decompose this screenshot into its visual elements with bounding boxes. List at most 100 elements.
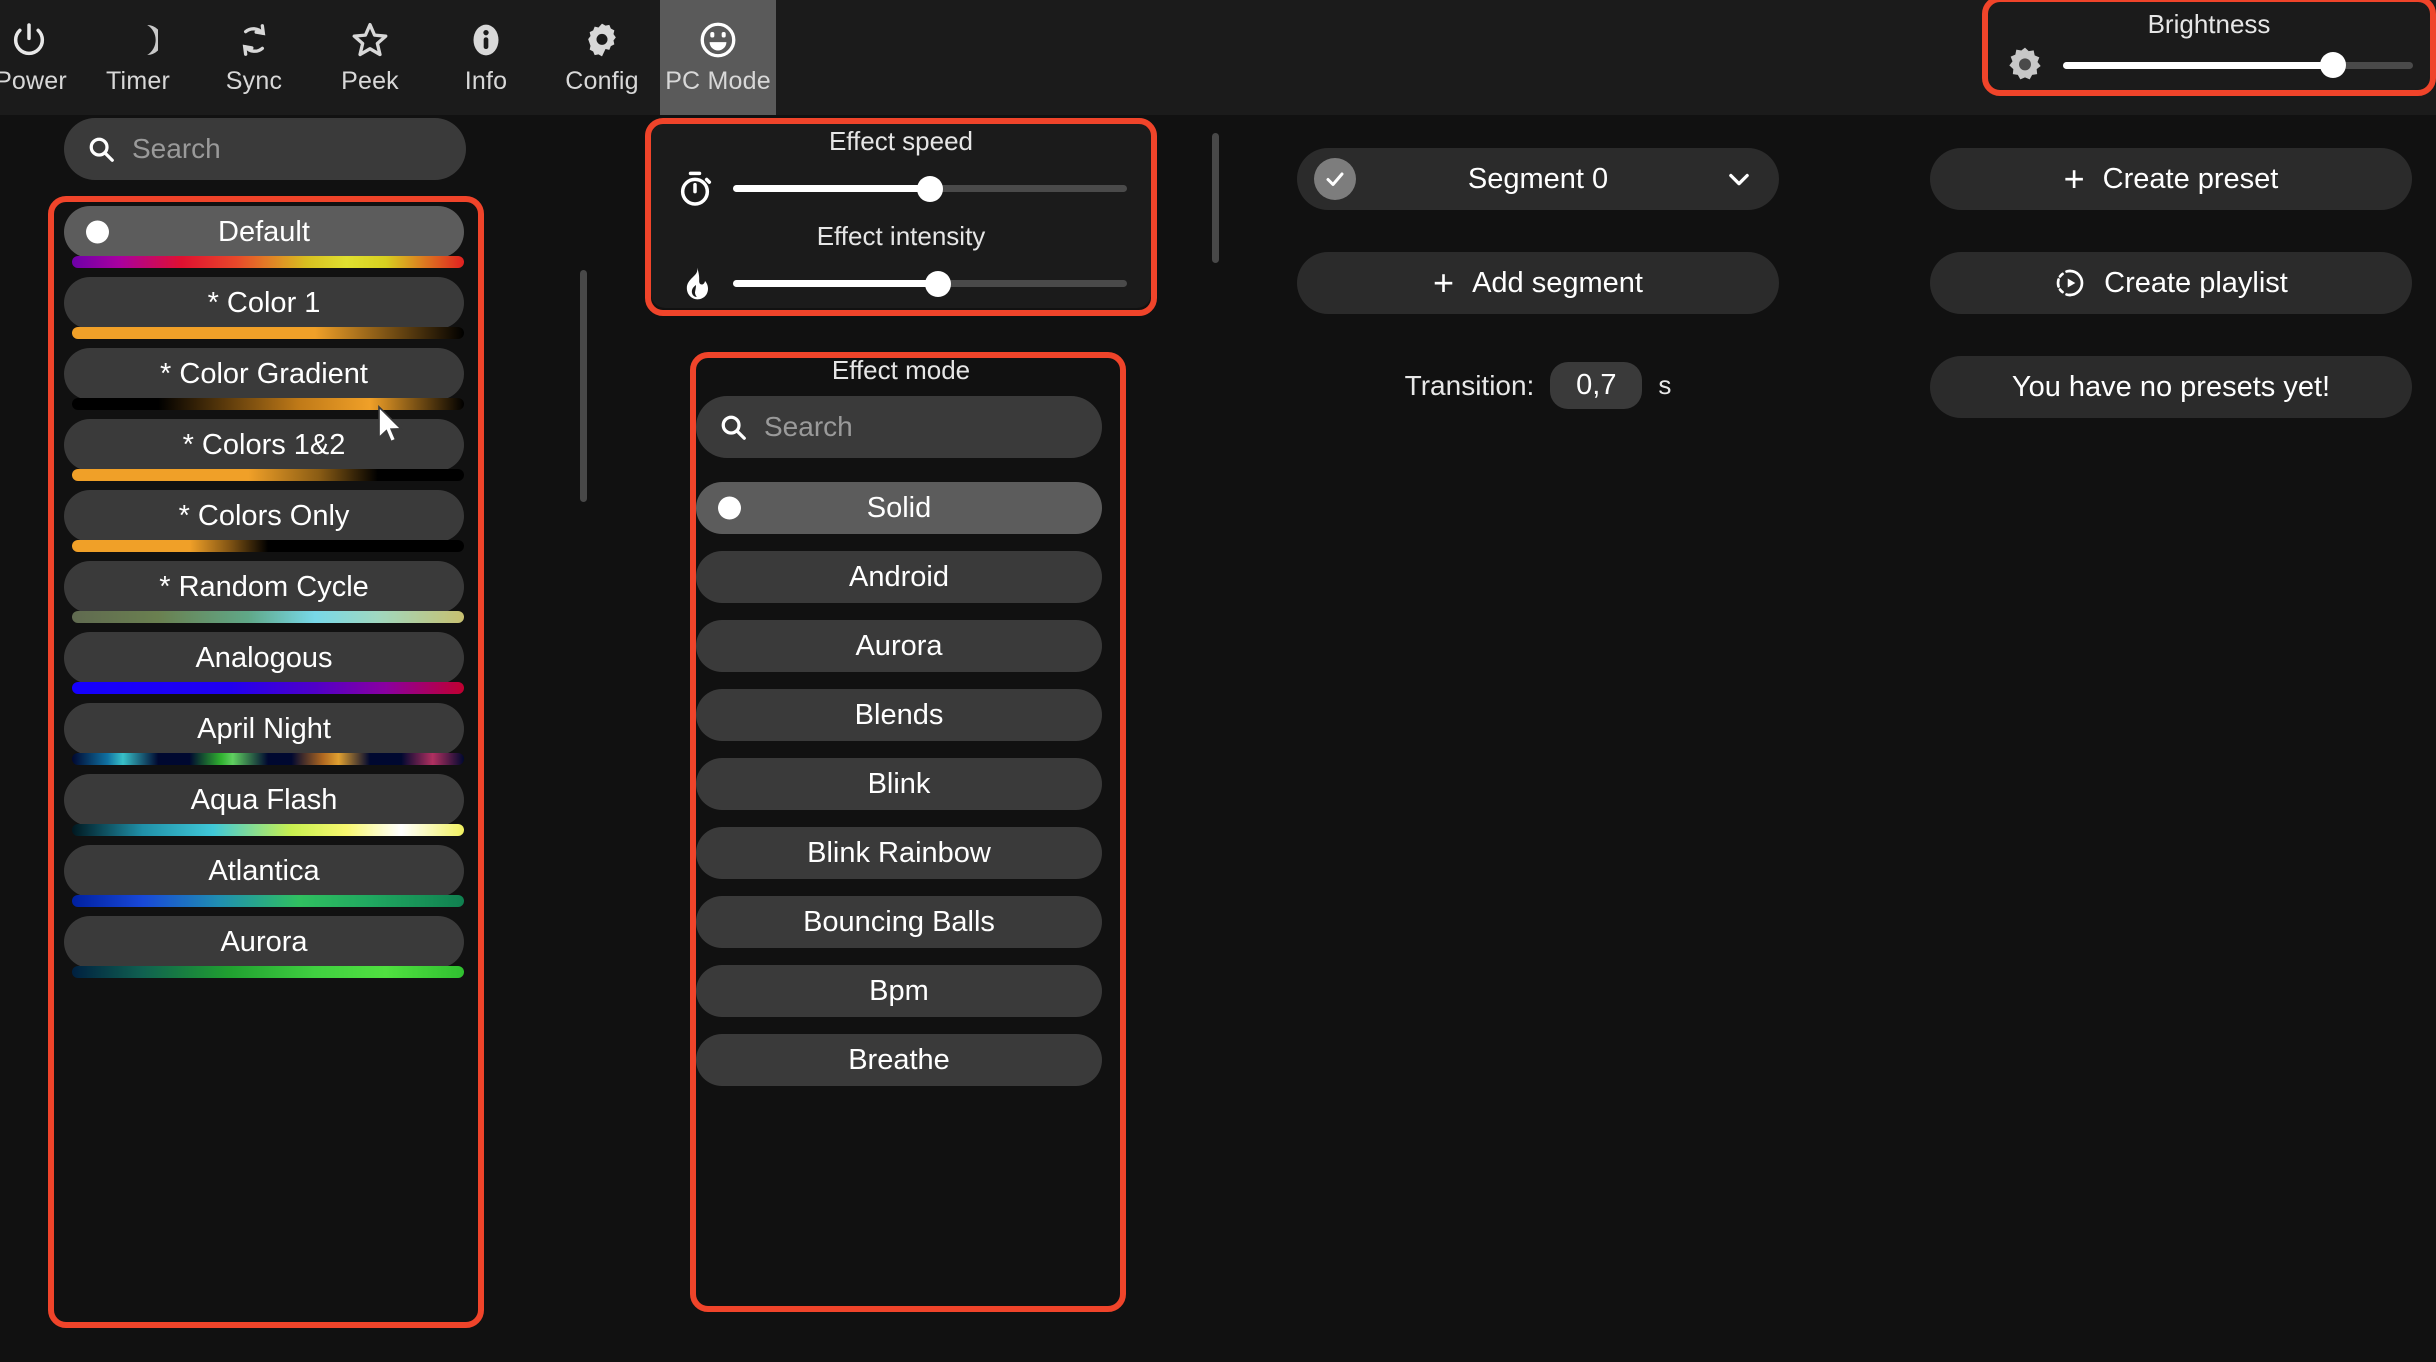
no-presets-text: You have no presets yet! [2011, 370, 2331, 403]
palette-gradient-bar [72, 824, 464, 836]
palette-gradient-bar [72, 682, 464, 694]
effect-search[interactable] [696, 396, 1125, 458]
palette-item-label: Aurora [220, 925, 308, 958]
effect-mode-list: Solid Android Aurora Blends Blink Blink Rainb… [696, 482, 1106, 1086]
search-icon [718, 412, 748, 442]
presets-panel: + Create preset Create playlist You have… [1930, 148, 2412, 418]
effect-mode-item[interactable]: Blink [696, 758, 1102, 810]
palette-item-label: * Colors Only [178, 499, 350, 532]
palette-item[interactable]: Default [64, 206, 464, 268]
mouse-cursor [377, 404, 407, 449]
palette-item[interactable]: * Color 1 [64, 277, 464, 339]
plus-icon: + [1433, 262, 1455, 303]
palette-item[interactable]: * Colors Only [64, 490, 464, 552]
effect-speed-knob[interactable] [917, 175, 943, 202]
tab-sync-label: Sync [225, 67, 283, 95]
palette-gradient-bar [72, 966, 464, 978]
tab-peek[interactable]: Peek [312, 0, 428, 115]
tab-timer[interactable]: Timer [80, 0, 196, 115]
effect-mode-item-label: Aurora [855, 629, 943, 662]
effect-mode-item[interactable]: Bpm [696, 965, 1102, 1017]
effect-mode-item-label: Bouncing Balls [803, 905, 995, 938]
chevron-down-icon[interactable] [1725, 165, 1753, 193]
create-preset-label: Create preset [2102, 162, 2279, 195]
tab-info[interactable]: Info [428, 0, 544, 115]
effect-mode-item-label: Android [849, 560, 949, 593]
palette-search-input[interactable] [132, 133, 493, 165]
brightness-row [1989, 45, 2429, 85]
palette-gradient-bar [72, 895, 464, 907]
flame-icon [675, 264, 715, 304]
palette-item[interactable]: Atlantica [64, 845, 464, 907]
palette-item[interactable]: * Color Gradient [64, 348, 464, 410]
transition-unit: s [1658, 370, 1672, 400]
palette-item[interactable]: April Night [64, 703, 464, 765]
segment-selector[interactable]: Segment 0 [1297, 148, 1779, 210]
effect-mode-item[interactable]: Solid [696, 482, 1102, 534]
effect-intensity-knob[interactable] [924, 270, 951, 297]
effect-mode-item[interactable]: Aurora [696, 620, 1102, 672]
effect-intensity-slider[interactable] [733, 270, 1127, 297]
palette-item[interactable]: Aurora [64, 916, 464, 978]
effect-mode-item[interactable]: Bouncing Balls [696, 896, 1102, 948]
palette-item[interactable]: Aqua Flash [64, 774, 464, 836]
effect-mode-item-label: Bpm [869, 974, 929, 1007]
tab-sync[interactable]: Sync [196, 0, 312, 115]
effect-scroll-indicator[interactable] [1212, 133, 1219, 263]
palette-selected-dot [86, 220, 109, 244]
palette-item-label: Analogous [195, 641, 333, 674]
segments-spacer [1297, 210, 1779, 252]
brightness-slider-knob[interactable] [2319, 52, 2346, 78]
brightness-panel: Brightness [1989, 4, 2429, 90]
effect-mode-item[interactable]: Blink Rainbow [696, 827, 1102, 879]
effect-search-input[interactable] [764, 411, 1125, 443]
palette-gradient-bar [72, 753, 464, 765]
tab-pc-mode-label: PC Mode [665, 67, 771, 95]
transition-label: Transition: [1404, 369, 1535, 401]
palette-item-label: * Random Cycle [159, 570, 369, 603]
palette-search[interactable] [64, 118, 493, 180]
segment-selector-label: Segment 0 [1467, 162, 1609, 195]
power-icon [8, 19, 50, 61]
star-icon [349, 19, 391, 61]
check-icon[interactable] [1314, 158, 1356, 200]
palette-gradient-bar [72, 611, 464, 623]
effect-intensity-row [651, 264, 1151, 304]
tab-pc-mode[interactable]: PC Mode [660, 0, 776, 115]
palette-item[interactable]: Analogous [64, 632, 464, 694]
effect-mode-item[interactable]: Android [696, 551, 1102, 603]
effect-mode-item-label: Solid [866, 491, 932, 524]
tab-config-label: Config [565, 67, 639, 95]
palette-item-label: * Color 1 [207, 286, 321, 319]
transition-value[interactable]: 0,7 [1550, 362, 1643, 409]
palette-item-label: * Color Gradient [160, 357, 368, 390]
app-root: Power Timer Sync Peek Info Config PC Mod… [0, 0, 2436, 1362]
stopwatch-icon [675, 169, 715, 209]
info-icon [465, 19, 507, 61]
effect-mode-item[interactable]: Blends [696, 689, 1102, 741]
create-playlist-button[interactable]: Create playlist [1930, 252, 2412, 314]
palette-item-label: * Colors 1&2 [182, 428, 346, 461]
tab-config[interactable]: Config [544, 0, 660, 115]
plus-icon: + [2063, 158, 2085, 199]
palette-scroll-indicator[interactable] [580, 270, 587, 502]
palette-item[interactable]: * Random Cycle [64, 561, 464, 623]
effect-mode-item-label: Blink Rainbow [807, 836, 991, 869]
effect-mode-item-label: Blink [867, 767, 931, 800]
create-preset-button[interactable]: + Create preset [1930, 148, 2412, 210]
palette-item-label: Aqua Flash [190, 783, 338, 816]
no-presets-message: You have no presets yet! [1930, 356, 2412, 418]
palette-item-label: Default [218, 215, 310, 248]
palette-item-label: April Night [197, 712, 331, 745]
tab-timer-label: Timer [106, 67, 170, 95]
moon-icon [117, 19, 159, 61]
effect-mode-item[interactable]: Breathe [696, 1034, 1102, 1086]
brightness-slider[interactable] [2063, 52, 2413, 78]
tab-power[interactable]: Power [0, 0, 80, 115]
add-segment-button[interactable]: + Add segment [1297, 252, 1779, 314]
effect-selected-dot [718, 496, 741, 520]
tab-info-label: Info [464, 67, 508, 95]
effect-speed-slider[interactable] [733, 175, 1127, 202]
palette-panel: Default * Color 1 * Color Gradient * Colors… [64, 118, 493, 978]
brightness-sun-icon [2005, 45, 2045, 85]
